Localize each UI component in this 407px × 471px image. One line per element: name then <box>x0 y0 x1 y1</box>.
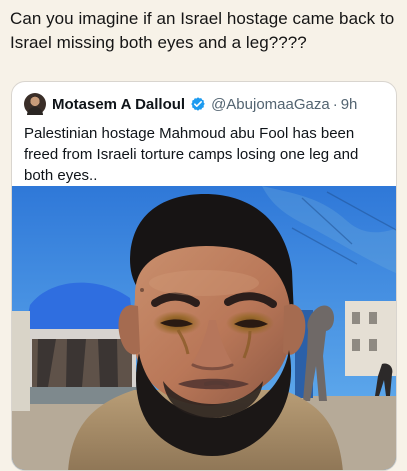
quoted-post-card[interactable]: Motasem A Dalloul @AbujomaaGaza · 9h Pal… <box>11 81 397 471</box>
post-container: Can you imagine if an Israel hostage cam… <box>0 0 407 471</box>
photo-illustration <box>12 186 396 470</box>
quoted-post-header: Motasem A Dalloul @AbujomaaGaza · 9h <box>24 93 384 115</box>
verified-badge-icon <box>191 97 205 111</box>
author-display-name[interactable]: Motasem A Dalloul <box>52 96 185 113</box>
post-timestamp[interactable]: 9h <box>341 96 358 113</box>
author-handle[interactable]: @AbujomaaGaza <box>211 96 330 113</box>
quoted-post-text: Palestinian hostage Mahmoud abu Fool has… <box>24 125 359 184</box>
separator-dot: · <box>332 95 338 113</box>
author-avatar[interactable] <box>24 93 46 115</box>
quoted-post-photo[interactable] <box>12 186 396 470</box>
post-text: Can you imagine if an Israel hostage cam… <box>10 9 395 52</box>
